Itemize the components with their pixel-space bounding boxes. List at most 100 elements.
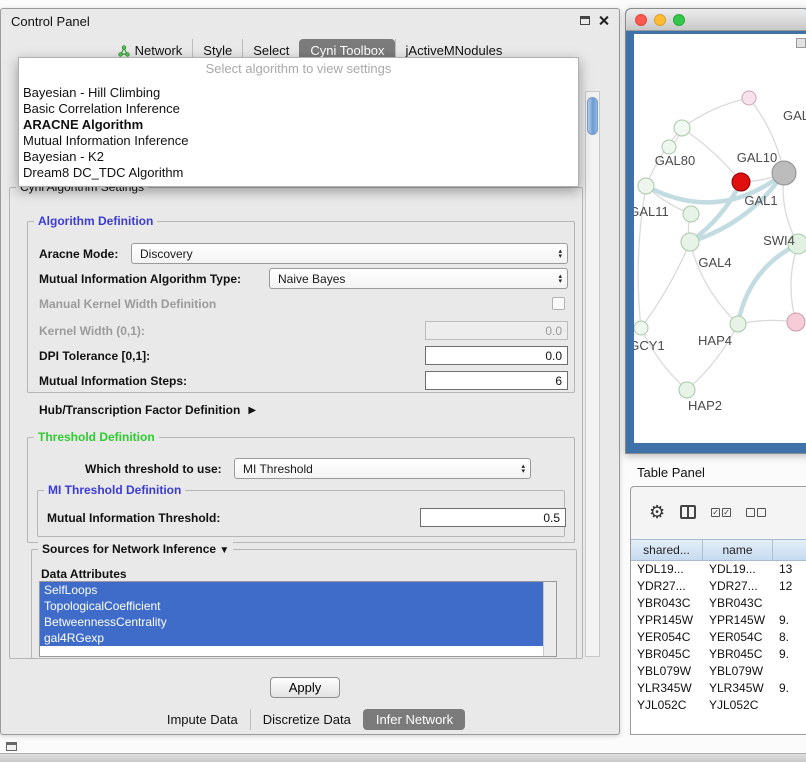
minimize-window-icon[interactable] xyxy=(654,14,666,26)
column-header-extra[interactable] xyxy=(773,540,806,560)
table-cell[interactable]: YDR27... xyxy=(631,578,703,595)
close-window-icon[interactable] xyxy=(635,14,647,26)
attribute-list-scrollbar[interactable] xyxy=(543,582,556,656)
table-cell[interactable]: YJL052C xyxy=(631,697,703,714)
table-cell[interactable]: YPR145W xyxy=(631,612,703,629)
which-threshold-combo[interactable]: MI Threshold ▴▾ xyxy=(234,458,531,479)
close-panel-icon[interactable] xyxy=(598,15,609,26)
apply-button[interactable]: Apply xyxy=(270,677,340,698)
data-attributes-list[interactable]: SelfLoopsTopologicalCoefficientBetweenne… xyxy=(39,581,557,657)
attribute-item-gal4rgexp[interactable]: gal4RGexp xyxy=(40,630,543,646)
table-cell[interactable]: 13 xyxy=(773,561,806,578)
kernel-width-field[interactable] xyxy=(425,321,568,340)
network-node[interactable] xyxy=(662,140,676,154)
algorithm-dropdown-placeholder: Select algorithm to view settings xyxy=(19,61,578,85)
table-cell[interactable]: YDR27... xyxy=(703,578,773,595)
table-cell[interactable]: 12 xyxy=(773,578,806,595)
table-cell[interactable]: YDL19... xyxy=(631,561,703,578)
aracne-mode-combo[interactable]: Discovery ▴▾ xyxy=(131,243,568,264)
algorithm-option-dream8-dc-tdc-algorithm[interactable]: Dream8 DC_TDC Algorithm xyxy=(19,165,578,181)
table-row[interactable]: YDR27...YDR27...12 xyxy=(631,578,806,595)
table-row[interactable]: YPR145WYPR145W9. xyxy=(631,612,806,629)
table-cell[interactable] xyxy=(773,697,806,714)
algorithm-option-mutual-information-inference[interactable]: Mutual Information Inference xyxy=(19,133,578,149)
algorithm-option-basic-correlation-inference[interactable]: Basic Correlation Inference xyxy=(19,101,578,117)
table-cell[interactable]: YLR345W xyxy=(703,680,773,697)
table-cell[interactable]: 9. xyxy=(773,646,806,663)
table-row[interactable]: YLR345WYLR345W9. xyxy=(631,680,806,697)
network-canvas[interactable]: GAL80GAL10GAL11GAL1SWI4GAL4GCY1HAP4HAP2G… xyxy=(634,34,806,443)
table-cell[interactable]: 9. xyxy=(773,612,806,629)
network-node[interactable] xyxy=(638,178,654,194)
dpi-tolerance-field[interactable] xyxy=(425,346,568,365)
network-node[interactable] xyxy=(674,120,690,136)
expanded-arrow-icon[interactable]: ▼ xyxy=(219,545,229,556)
table-row[interactable]: YER054CYER054C8. xyxy=(631,629,806,646)
table-row[interactable]: YJL052CYJL052C xyxy=(631,697,806,714)
table-cell[interactable] xyxy=(773,663,806,680)
node-label-gal10: GAL10 xyxy=(737,150,777,165)
collapsed-arrow-icon[interactable]: ▶ xyxy=(248,405,256,416)
table-cell[interactable]: YER054C xyxy=(631,629,703,646)
network-node[interactable] xyxy=(742,91,756,105)
network-node[interactable] xyxy=(634,321,648,335)
table-cell[interactable]: YJL052C xyxy=(703,697,773,714)
table-cell[interactable]: YBR045C xyxy=(703,646,773,663)
network-node[interactable] xyxy=(732,173,750,191)
settings-scrollbar-thumb[interactable] xyxy=(587,97,598,135)
table-cell[interactable]: YBL079W xyxy=(703,663,773,680)
network-icon xyxy=(118,45,130,57)
zoom-window-icon[interactable] xyxy=(673,14,685,26)
table-cell[interactable]: YBL079W xyxy=(631,663,703,680)
table-cell[interactable]: YDL19... xyxy=(703,561,773,578)
algorithm-option-bayesian-hill-climbing[interactable]: Bayesian - Hill Climbing xyxy=(19,85,578,101)
table-cell[interactable]: YLR345W xyxy=(631,680,703,697)
attribute-item-selfloops[interactable]: SelfLoops xyxy=(40,582,543,598)
gear-icon[interactable]: ⚙ xyxy=(649,503,665,521)
mi-threshold-field[interactable] xyxy=(420,508,566,527)
bottom-tab-discretize-data[interactable]: Discretize Data xyxy=(250,709,363,730)
bottom-tab-infer-network[interactable]: Infer Network xyxy=(363,709,465,730)
manual-kernel-checkbox[interactable] xyxy=(552,297,565,310)
attribute-item-betweennesscentrality[interactable]: BetweennessCentrality xyxy=(40,614,543,630)
table-cell[interactable]: YBR043C xyxy=(703,595,773,612)
docked-panel-icon[interactable] xyxy=(6,742,17,751)
attribute-item-topologicalcoefficient[interactable]: TopologicalCoefficient xyxy=(40,598,543,614)
network-node[interactable] xyxy=(730,316,746,332)
mi-steps-label: Mutual Information Steps: xyxy=(39,374,187,388)
network-node[interactable] xyxy=(681,233,699,251)
combo-arrows-icon: ▴▾ xyxy=(552,249,562,259)
table-cell[interactable]: YPR145W xyxy=(703,612,773,629)
column-header-shared[interactable]: shared... xyxy=(631,540,703,560)
table-cell[interactable] xyxy=(773,595,806,612)
table-row[interactable]: YBR045CYBR045C9. xyxy=(631,646,806,663)
algorithm-option-bayesian-k2[interactable]: Bayesian - K2 xyxy=(19,149,578,165)
network-graph[interactable]: GAL80GAL10GAL11GAL1SWI4GAL4GCY1HAP4HAP2G… xyxy=(634,34,806,445)
float-panel-icon[interactable] xyxy=(580,16,590,25)
select-all-columns-icon[interactable]: ✓ ✓ xyxy=(711,508,731,517)
table-cell[interactable]: 9. xyxy=(773,680,806,697)
table-row[interactable]: YBR043CYBR043C xyxy=(631,595,806,612)
mi-type-combo[interactable]: Naive Bayes ▴▾ xyxy=(269,268,568,289)
bottom-tab-impute-data[interactable]: Impute Data xyxy=(155,709,250,730)
table-cell[interactable]: YBR045C xyxy=(631,646,703,663)
deselect-all-columns-icon[interactable] xyxy=(746,508,766,517)
canvas-corner-box[interactable] xyxy=(796,38,806,48)
columns-icon[interactable] xyxy=(680,505,696,519)
table-row[interactable]: YDL19...YDL19...13 xyxy=(631,561,806,578)
network-node[interactable] xyxy=(679,382,695,398)
table-cell[interactable]: 8. xyxy=(773,629,806,646)
table-row[interactable]: YBL079WYBL079W xyxy=(631,663,806,680)
column-header-name[interactable]: name xyxy=(703,540,773,560)
table-cell[interactable]: YER054C xyxy=(703,629,773,646)
sources-group-title[interactable]: Sources for Network Inference ▼ xyxy=(38,542,233,556)
node-label-hap4: HAP4 xyxy=(698,333,732,348)
bottom-tab-bar: Impute DataDiscretize DataInfer Network xyxy=(1,709,619,730)
algorithm-option-aracne-algorithm[interactable]: ARACNE Algorithm xyxy=(19,117,578,133)
table-cell[interactable]: YBR043C xyxy=(631,595,703,612)
network-window-titlebar[interactable] xyxy=(626,9,806,31)
network-node[interactable] xyxy=(787,313,805,331)
hub-definition-section[interactable]: Hub/Transcription Factor Definition ▶ xyxy=(39,403,256,417)
network-node[interactable] xyxy=(683,206,699,222)
mi-steps-field[interactable] xyxy=(425,371,568,390)
